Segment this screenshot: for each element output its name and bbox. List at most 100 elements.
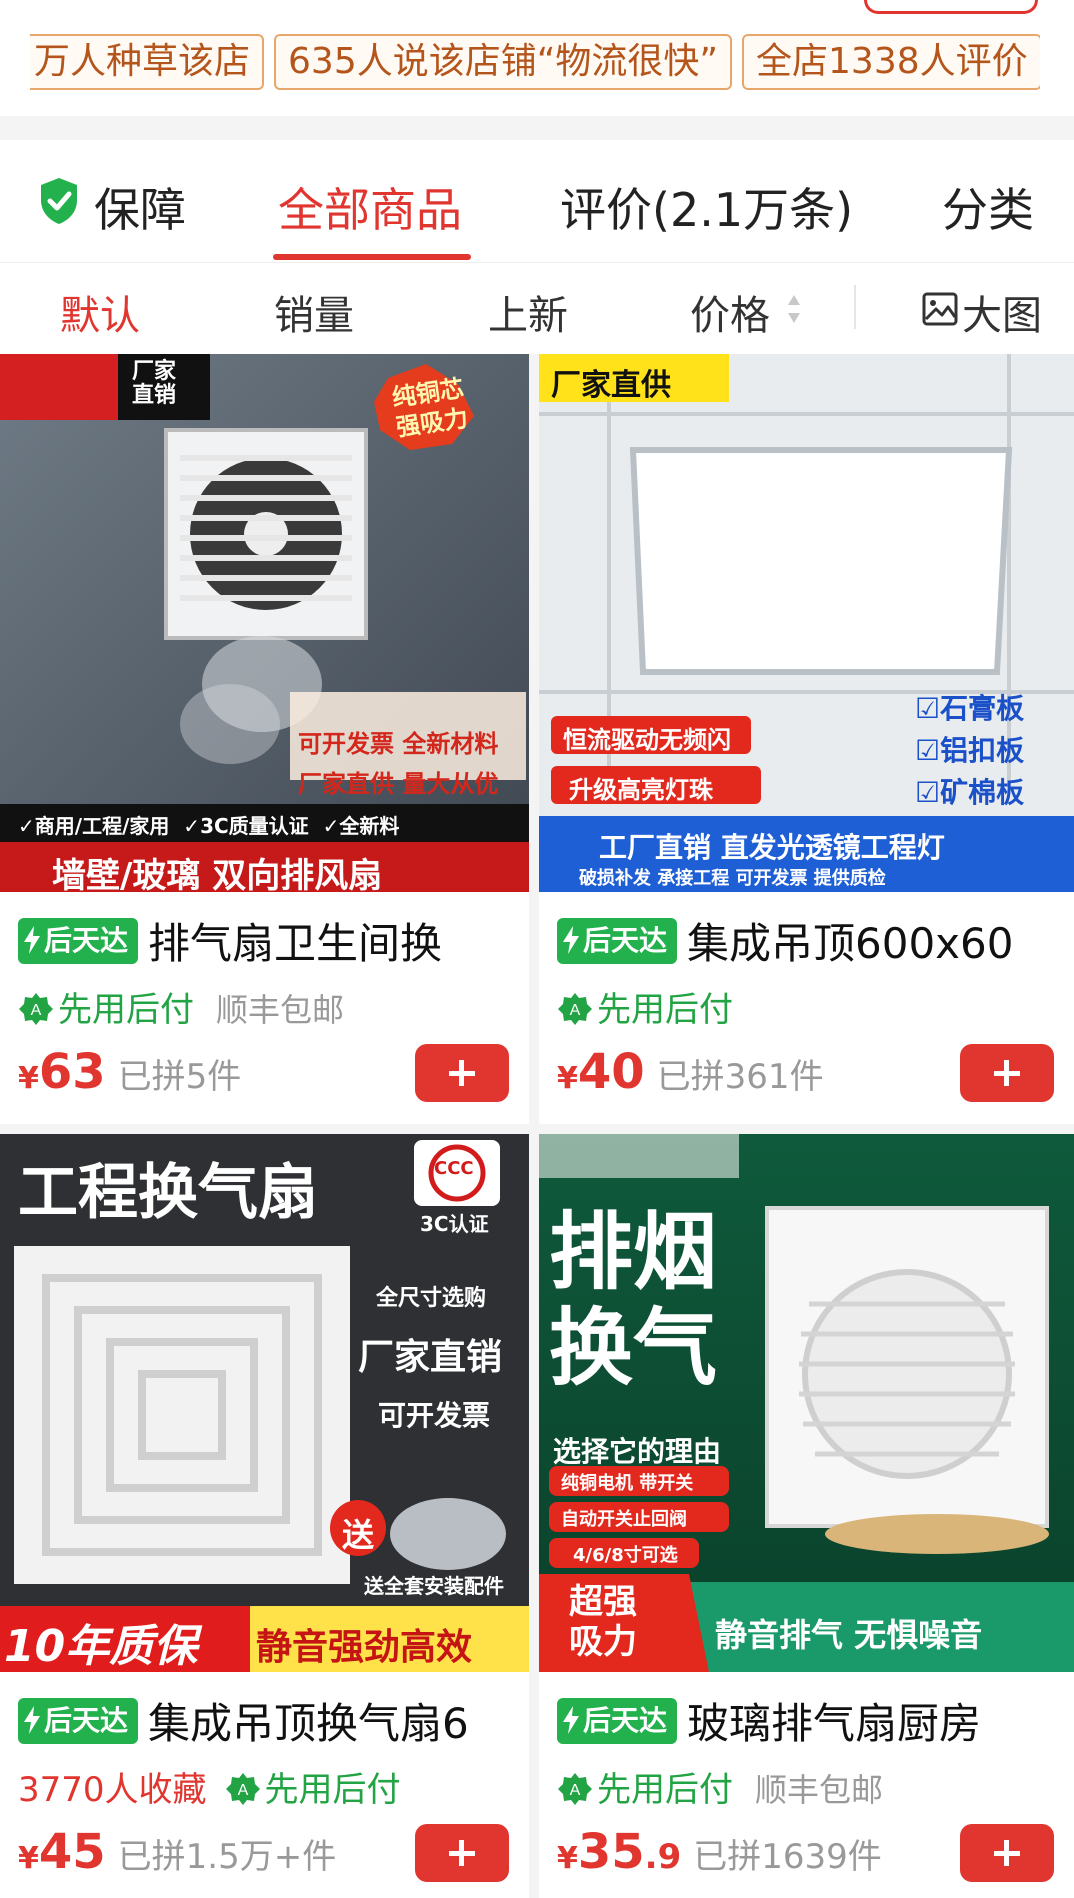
price-row: ¥40 已拼361件 [557, 1044, 977, 1108]
pay-later-icon: A [558, 1773, 592, 1805]
currency-symbol: ¥ [557, 1841, 578, 1876]
image-feature: 可开发票 [378, 1399, 491, 1432]
pay-later-label: 先用后付 [264, 1770, 401, 1806]
product-title: 集成吊顶换气扇6 [148, 1699, 469, 1746]
pay-later-icon: A [225, 1773, 260, 1805]
pay-later-label: 先用后付 [597, 990, 733, 1026]
image-banner-right: 静音排气 无惧噪音 [715, 1616, 983, 1654]
product-services: A 先用后付 顺丰包邮 [557, 1762, 1067, 1806]
currency-symbol: ¥ [18, 1841, 39, 1876]
svg-text:A: A [237, 1782, 248, 1799]
product-title-row[interactable]: 后天达 集成吊顶换气扇6 [18, 1690, 528, 1746]
currency-symbol: ¥ [18, 1061, 39, 1096]
image-reason: 选择它的理由 [553, 1435, 722, 1468]
store-tag[interactable]: 万人种草该店 [30, 34, 265, 90]
image-headline: 排烟 换气 [549, 1203, 718, 1397]
product-title: 集成吊顶600x60 [687, 919, 1014, 966]
svg-text:A: A [570, 1782, 581, 1799]
image-feature: 升级高亮灯珠 [569, 776, 713, 804]
image-corner-label: 厂家 直销 [132, 359, 177, 408]
sort-arrows-icon [788, 295, 800, 323]
product-title-row[interactable]: 后天达 玻璃排气扇厨房 [557, 1690, 1067, 1746]
pay-later-label: 先用后付 [58, 990, 194, 1026]
price-row: ¥45 已拼1.5万+件 [18, 1824, 438, 1888]
image-corner-label: 厂家直供 [551, 368, 671, 403]
pay-later-icon: A [19, 993, 53, 1025]
product-image[interactable]: 厂家直供 恒流驱动无频闪 升级高亮灯珠 ☑石膏板 ☑铝扣板 ☑矿棉板 工厂直销 直发… [539, 354, 1074, 892]
price: 40 [577, 1044, 645, 1100]
image-promo: 可开发票 全新材料 厂家直供 量大从优 [298, 730, 499, 798]
image-headline: 工程换气扇 [18, 1158, 318, 1228]
tab-guarantee[interactable]: 保障 [94, 174, 186, 240]
ccc-mark: CCC [434, 1158, 474, 1179]
image-feature: 全尺寸选购 [376, 1286, 487, 1311]
product-card[interactable]: 排烟 换气 选择它的理由 纯铜电机 带开关 自动开关止回阀 4/6/8寸可选 超强… [539, 1134, 1074, 1898]
delivery-badge: 后天达 [18, 917, 139, 964]
price: 35 [577, 1824, 645, 1880]
tab-category[interactable]: 分类 [942, 174, 1034, 240]
currency-symbol: ¥ [557, 1061, 578, 1096]
price-row: ¥63 已拼5件 [18, 1044, 438, 1108]
delivery-badge: 后天达 [557, 1697, 678, 1744]
pay-later-icon: A [558, 993, 592, 1025]
product-card[interactable]: 工程换气扇 CCC 3C认证 全尺寸选购 厂家直销 可开发票 送 送全套安装配件… [0, 1134, 529, 1898]
product-services: 3770人收藏 A 先用后付 [18, 1762, 528, 1806]
image-banner-right: 静音强劲高效 [256, 1627, 473, 1668]
image-cert: 3C认证 [420, 1212, 489, 1236]
svg-text:A: A [31, 1002, 42, 1019]
product-title: 排气扇卫生间换 [148, 919, 443, 966]
sort-new[interactable]: 上新 [488, 283, 568, 341]
tab-reviews[interactable]: 评价(2.1万条) [560, 174, 853, 240]
follow-button-remnant[interactable] [864, 0, 1038, 14]
shield-check-icon [41, 178, 77, 224]
sold-count: 已拼1639件 [693, 1837, 882, 1877]
image-feature: 纯铜电机 带开关 [561, 1473, 694, 1494]
bolt-icon [24, 1705, 40, 1734]
image-icon [922, 292, 958, 326]
active-tab-indicator [273, 254, 471, 260]
sold-count: 已拼361件 [656, 1057, 824, 1097]
bolt-icon [563, 925, 579, 954]
pay-later-label: 先用后付 [597, 1770, 733, 1806]
add-to-cart-button[interactable] [960, 1824, 1054, 1882]
image-checks: ☑石膏板 ☑铝扣板 ☑矿棉板 [915, 692, 1025, 809]
store-tag[interactable]: 全店1338人评价 [742, 34, 1040, 90]
sort-price[interactable]: 价格 [690, 283, 770, 341]
add-to-cart-button[interactable] [415, 1824, 509, 1882]
image-feature: 厂家直销 [358, 1337, 503, 1378]
product-card[interactable]: 厂家直供 恒流驱动无频闪 升级高亮灯珠 ☑石膏板 ☑铝扣板 ☑矿棉板 工厂直销 直发… [539, 354, 1074, 1124]
image-gift: 送 [342, 1516, 375, 1554]
store-tab-bar: 保障 全部商品 评价(2.1万条) 分类 [0, 140, 1074, 262]
bolt-icon [24, 925, 40, 954]
delivery-badge: 后天达 [18, 1697, 139, 1744]
product-image[interactable]: 排烟 换气 选择它的理由 纯铜电机 带开关 自动开关止回阀 4/6/8寸可选 超强… [539, 1134, 1074, 1672]
image-stamp: 纯铜芯 强吸力 [390, 374, 470, 442]
svg-text:A: A [570, 1002, 581, 1019]
image-banner-left: 超强 吸力 [569, 1582, 637, 1662]
product-services: A 先用后付 [557, 982, 1067, 1026]
price-decimal: .9 [644, 1837, 682, 1877]
image-feature: 4/6/8寸可选 [573, 1545, 678, 1566]
product-title: 玻璃排气扇厨房 [687, 1699, 982, 1746]
tab-all-products[interactable]: 全部商品 [278, 174, 462, 240]
sold-count: 已拼5件 [117, 1057, 242, 1097]
sort-sales[interactable]: 销量 [274, 283, 354, 341]
sort-default[interactable]: 默认 [60, 283, 140, 341]
store-page: 万人种草该店 635人说该店铺“物流很快” 全店1338人评价 保障 全部商品 评价… [0, 0, 1074, 1898]
product-title-row[interactable]: 后天达 集成吊顶600x60 [557, 910, 1067, 966]
store-tag[interactable]: 635人说该店铺“物流很快” [274, 34, 733, 90]
favorites-count: 3770人收藏 [18, 1770, 207, 1806]
add-to-cart-button[interactable] [960, 1044, 1054, 1102]
add-to-cart-button[interactable] [415, 1044, 509, 1102]
image-banner: 墙壁/玻璃 双向排风扇 [52, 856, 383, 892]
product-image[interactable]: 厂家 直销 纯铜芯 强吸力 可开发票 全新材料 厂家直供 量大从优 ✓商用/工程/家用… [0, 354, 529, 892]
product-card[interactable]: 厂家 直销 纯铜芯 强吸力 可开发票 全新材料 厂家直供 量大从优 ✓商用/工程/家用… [0, 354, 529, 1124]
shipping-label: 顺丰包邮 [216, 991, 345, 1026]
image-checks: ✓商用/工程/家用 ✓3C质量认证 ✓全新料 [18, 814, 400, 838]
product-image[interactable]: 工程换气扇 CCC 3C认证 全尺寸选购 厂家直销 可开发票 送 送全套安装配件… [0, 1134, 529, 1672]
product-title-row[interactable]: 后天达 排气扇卫生间换 [18, 910, 528, 966]
price: 63 [38, 1044, 106, 1100]
sort-big-image[interactable]: 大图 [962, 283, 1042, 341]
image-banner: 工厂直销 直发光透镜工程灯 [599, 831, 945, 864]
delivery-badge: 后天达 [557, 917, 678, 964]
